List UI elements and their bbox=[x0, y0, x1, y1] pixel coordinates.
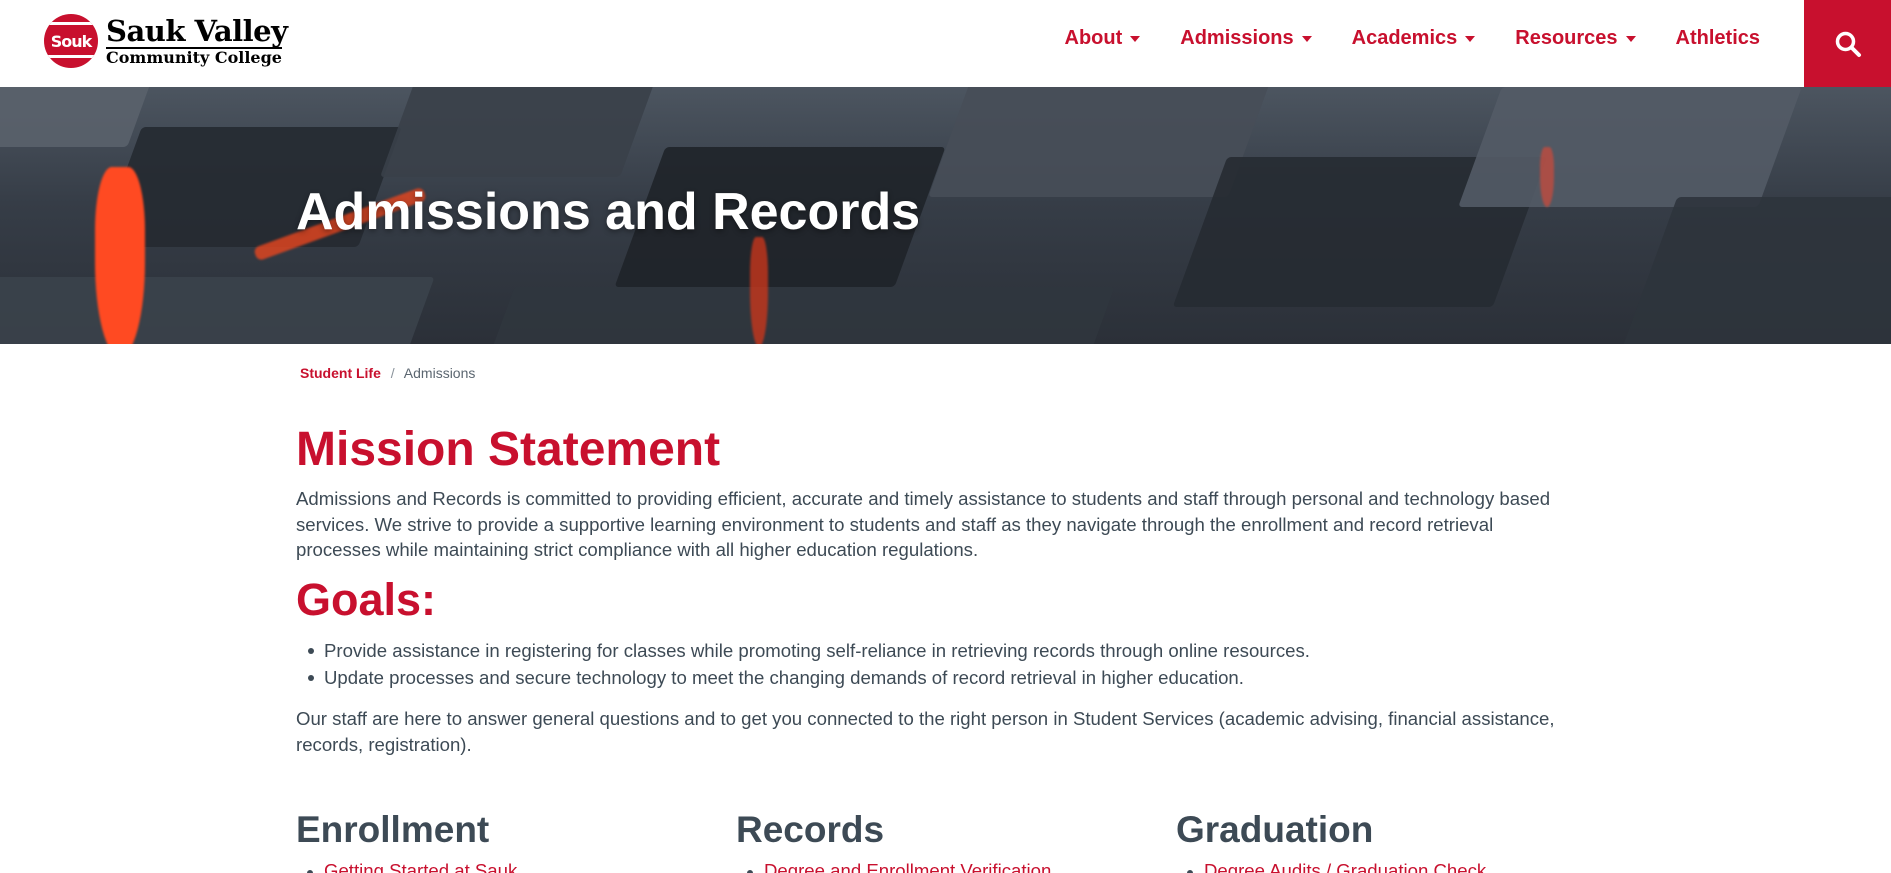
hero-bg-tassel bbox=[95, 167, 145, 344]
hero-bg-shape bbox=[0, 87, 153, 147]
goals-heading: Goals: bbox=[296, 574, 437, 625]
logo-badge: Souk bbox=[44, 14, 98, 68]
site-logo[interactable]: Souk Sauk Valley Community College bbox=[44, 13, 288, 69]
breadcrumb-current: Admissions bbox=[403, 365, 476, 381]
hero-bg-tassel bbox=[750, 237, 768, 344]
search-button[interactable] bbox=[1804, 0, 1891, 87]
hero-banner: Admissions and Records bbox=[0, 87, 1891, 344]
caret-down-icon bbox=[1625, 35, 1636, 42]
link-degree-verification[interactable]: Degree and Enrollment Verification bbox=[764, 860, 1051, 873]
breadcrumb-link-student-life[interactable]: Student Life bbox=[300, 365, 381, 381]
nav-item-athletics[interactable]: Athletics bbox=[1676, 27, 1760, 50]
graduation-heading: Graduation bbox=[1176, 809, 1374, 850]
nav-label: Academics bbox=[1351, 27, 1458, 49]
nav-item-about[interactable]: About bbox=[1065, 27, 1141, 50]
site-header: Souk Sauk Valley Community College About… bbox=[0, 0, 1891, 87]
hero-bg-tassel bbox=[1540, 147, 1554, 207]
caret-down-icon bbox=[1465, 35, 1476, 42]
nav-label: Athletics bbox=[1675, 27, 1760, 49]
logo-wordmark: Sauk Valley Community College bbox=[106, 13, 288, 67]
caret-down-icon bbox=[1130, 35, 1141, 42]
breadcrumb: Student Life / Admissions bbox=[300, 365, 475, 381]
nav-label: Resources bbox=[1515, 27, 1618, 49]
list-item: Update processes and secure technology t… bbox=[308, 664, 1584, 691]
hero-bg-shape bbox=[485, 287, 1115, 344]
list-item: Provide assistance in registering for cl… bbox=[308, 637, 1584, 664]
records-heading: Records bbox=[736, 809, 885, 850]
page-title: Admissions and Records bbox=[296, 183, 921, 241]
enrollment-heading: Enrollment bbox=[296, 809, 490, 850]
logo-line-1: Sauk Valley bbox=[106, 13, 288, 48]
logo-badge-text: Souk bbox=[50, 31, 93, 51]
link-getting-started[interactable]: Getting Started at Sauk bbox=[324, 860, 517, 873]
nav-item-academics[interactable]: Academics bbox=[1352, 27, 1476, 50]
search-icon bbox=[1835, 31, 1861, 57]
breadcrumb-separator: / bbox=[390, 365, 395, 381]
hero-bg-shape bbox=[0, 277, 435, 344]
goals-list: Provide assistance in registering for cl… bbox=[308, 637, 1584, 691]
logo-line-2: Community College bbox=[106, 46, 282, 67]
mission-heading: Mission Statement bbox=[296, 423, 721, 476]
staff-text: Our staff are here to answer general que… bbox=[296, 708, 1555, 755]
hero-bg-shape bbox=[1622, 197, 1891, 344]
mission-text: Admissions and Records is committed to p… bbox=[296, 488, 1551, 560]
main-nav: About Admissions Academics Resources Ath… bbox=[1025, 0, 1761, 77]
nav-label: About bbox=[1064, 27, 1123, 49]
nav-label: Admissions bbox=[1180, 27, 1294, 49]
hero-bg-shape bbox=[1458, 87, 1802, 207]
nav-item-resources[interactable]: Resources bbox=[1515, 27, 1636, 50]
link-degree-audits[interactable]: Degree Audits / Graduation Check bbox=[1204, 860, 1486, 873]
nav-item-admissions[interactable]: Admissions bbox=[1180, 27, 1312, 50]
hero-bg-shape bbox=[379, 87, 661, 177]
caret-down-icon bbox=[1301, 35, 1312, 42]
